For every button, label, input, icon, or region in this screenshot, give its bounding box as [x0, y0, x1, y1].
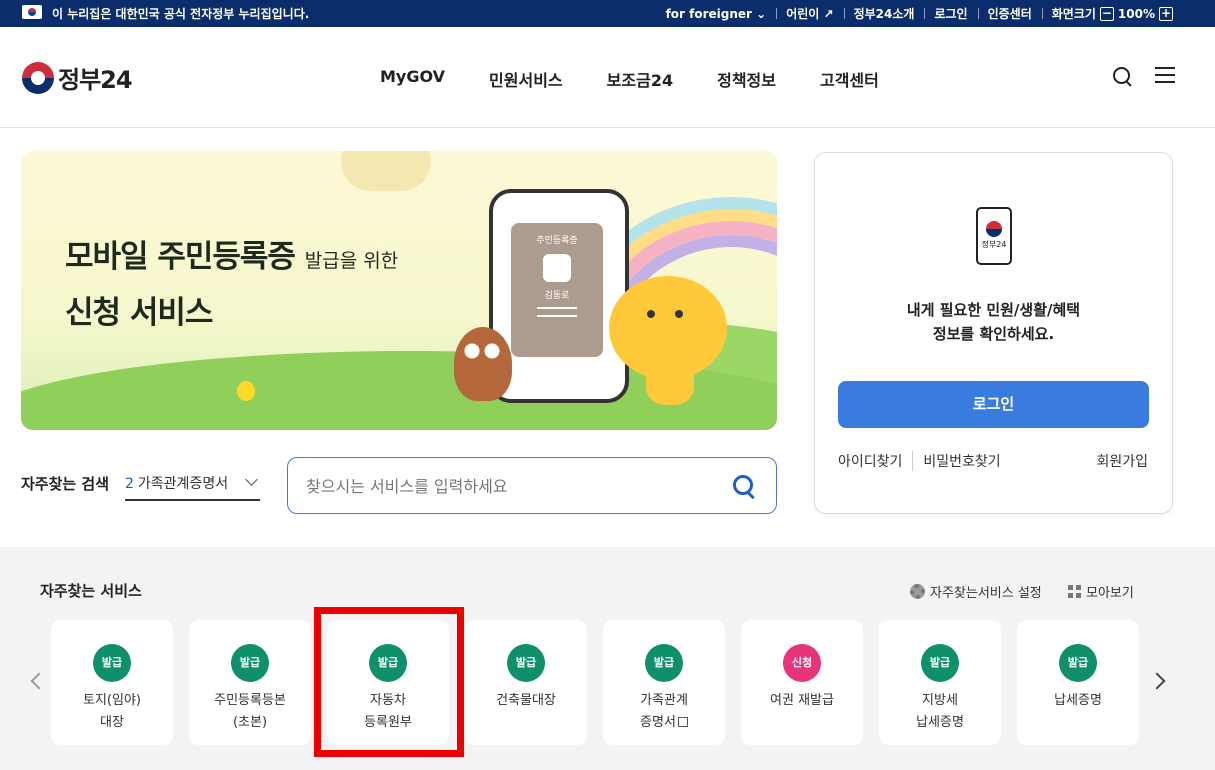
chevron-down-icon: ⌄: [756, 6, 767, 21]
service-label: 주민등록등본 (초본): [214, 693, 286, 730]
font-size-label: 화면크기: [1051, 7, 1096, 21]
top-utility-bar: 이 누리집은 대한민국 공식 전자정부 누리집입니다. for foreigne…: [0, 0, 1215, 27]
menu-icon[interactable]: [1155, 65, 1175, 85]
external-link-icon: ↗: [823, 7, 834, 21]
utility-links: for foreigner ⌄ 어린이 ↗ 정부24소개 로그인 인증센터 화면…: [656, 5, 1173, 22]
chevron-down-icon: [245, 473, 258, 486]
status-badge: 발급: [921, 644, 959, 682]
search-input[interactable]: [306, 472, 706, 500]
nav-civil-service[interactable]: 민원서비스: [489, 67, 563, 91]
highlight-box: [314, 607, 464, 757]
service-label: 납세증명: [1054, 693, 1102, 708]
site-header: 정부24 MyGOV 민원서비스 보조금24 정책정보 고객센터: [0, 27, 1215, 128]
search-icon[interactable]: [1111, 65, 1133, 87]
service-label: 여권 재발급: [770, 693, 834, 708]
frequent-services-section: 자주찾는 서비스 자주찾는서비스 설정 모아보기 발급 토지(임야) 대장 발급…: [0, 547, 1215, 770]
nav-policy-info[interactable]: 정책정보: [717, 67, 776, 91]
status-badge: 발급: [93, 644, 131, 682]
korea-flag-icon: [22, 5, 42, 19]
kids-link[interactable]: 어린이 ↗: [776, 5, 843, 22]
foreigner-link[interactable]: for foreigner ⌄: [656, 7, 777, 21]
carousel-prev-arrow-icon[interactable]: [30, 672, 48, 690]
banner-title: 모바일 주민등록증 발급을 위한 신청 서비스: [65, 239, 399, 331]
service-search-box: [287, 457, 777, 514]
service-label: 지방세 납세증명: [916, 693, 964, 730]
service-card-building-register[interactable]: 발급 건축물대장: [465, 620, 587, 745]
find-id-link[interactable]: 아이디찾기: [838, 451, 902, 471]
about-link[interactable]: 정부24소개: [843, 5, 925, 22]
top-login-link[interactable]: 로그인: [924, 5, 977, 22]
gear-icon: [910, 584, 925, 599]
main-nav: MyGOV 민원서비스 보조금24 정책정보 고객센터: [380, 67, 879, 91]
official-site-notice: 이 누리집은 대한민국 공식 전자정부 누리집입니다.: [52, 7, 310, 21]
login-panel: 정부24 내게 필요한 민원/생활/혜택 정보를 확인하세요. 로그인 아이디찾…: [814, 152, 1173, 514]
carousel-next-arrow-icon[interactable]: [1148, 672, 1166, 690]
service-label: 건축물대장: [496, 693, 556, 708]
promo-banner[interactable]: 모바일 주민등록증 발급을 위한 신청 서비스 주민등록증 김동로: [21, 151, 777, 430]
service-card-land-register[interactable]: 발급 토지(임야) 대장: [51, 620, 173, 745]
search-icon[interactable]: [732, 474, 756, 498]
zoom-value: 100%: [1117, 6, 1155, 21]
logo-text: 정부24: [58, 66, 133, 94]
view-all-link[interactable]: 모아보기: [1068, 582, 1134, 601]
chick-decoration: [237, 381, 255, 401]
service-settings-link[interactable]: 자주찾는서비스 설정: [910, 582, 1042, 601]
grid-icon: [1068, 585, 1081, 598]
id-card-illustration: 주민등록증 김동로: [511, 223, 603, 357]
service-card-list: 발급 토지(임야) 대장 발급 주민등록등본 (초본) 발급 자동차 등록원부 …: [51, 620, 1139, 745]
account-links: 아이디찾기 비밀번호찾기: [838, 451, 1001, 471]
cloud-decoration: [341, 151, 431, 191]
owl-character: [454, 327, 512, 401]
zoom-out-button[interactable]: −: [1099, 6, 1114, 21]
service-label: 토지(임야) 대장: [83, 693, 141, 730]
status-badge: 발급: [1059, 644, 1097, 682]
service-card-resident-registration[interactable]: 발급 주민등록등본 (초본): [189, 620, 311, 745]
status-badge: 발급: [645, 644, 683, 682]
external-link-icon: [677, 717, 688, 727]
header-icons: [1111, 65, 1175, 87]
signup-link[interactable]: 회원가입: [1096, 451, 1148, 471]
find-password-link[interactable]: 비밀번호찾기: [912, 451, 1001, 471]
frequent-search-label: 자주찾는 검색: [21, 475, 110, 493]
login-message: 내게 필요한 민원/생활/혜택 정보를 확인하세요.: [906, 301, 1081, 343]
status-badge: 신청: [783, 644, 821, 682]
service-card-passport-reissue[interactable]: 신청 여권 재발급: [741, 620, 863, 745]
service-card-tax-certificate[interactable]: 발급 납세증명: [1017, 620, 1139, 745]
zoom-in-button[interactable]: +: [1159, 6, 1173, 21]
font-size-control: 화면크기 − 100% +: [1041, 5, 1173, 22]
certification-link[interactable]: 인증센터: [977, 5, 1042, 22]
taegeuk-logo-icon: [22, 61, 54, 94]
nav-customer-center[interactable]: 고객센터: [820, 67, 879, 91]
cat-character: [609, 276, 727, 380]
status-badge: 발급: [231, 644, 269, 682]
service-label: 가족관계 증명서: [640, 693, 688, 730]
nav-mygov[interactable]: MyGOV: [380, 67, 445, 91]
mobile-app-icon: 정부24: [976, 207, 1012, 265]
site-logo[interactable]: 정부24: [22, 60, 133, 95]
frequent-search-select[interactable]: 2 가족관계증명서: [125, 473, 260, 501]
login-button[interactable]: 로그인: [838, 381, 1149, 428]
section-title: 자주찾는 서비스: [40, 582, 142, 600]
status-badge: 발급: [507, 644, 545, 682]
service-card-family-certificate[interactable]: 발급 가족관계 증명서: [603, 620, 725, 745]
service-card-local-tax-certificate[interactable]: 발급 지방세 납세증명: [879, 620, 1001, 745]
profile-icon: [543, 254, 571, 282]
nav-subsidy24[interactable]: 보조금24: [607, 67, 673, 91]
